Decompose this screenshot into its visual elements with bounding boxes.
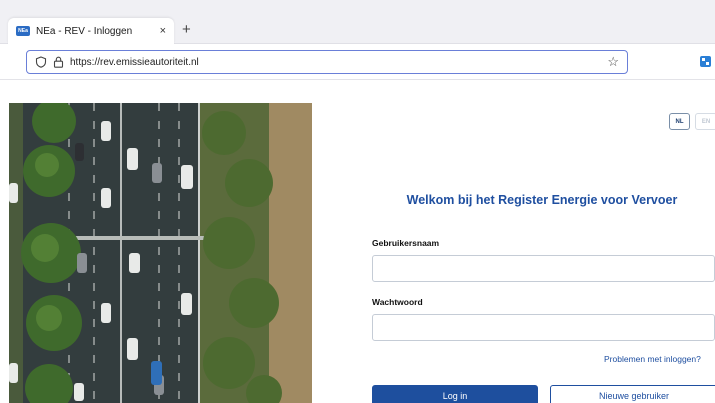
aerial-photo-icon <box>9 103 312 403</box>
new-user-button[interactable]: Nieuwe gebruiker <box>550 385 715 403</box>
password-label: Wachtwoord <box>372 297 423 307</box>
browser-tab[interactable]: NEa NEa - REV - Inloggen × <box>8 18 174 44</box>
login-button[interactable]: Log in <box>372 385 538 403</box>
tab-close-icon[interactable]: × <box>160 25 166 37</box>
url-text[interactable]: https://rev.emissieautoriteit.nl <box>70 57 607 68</box>
password-input[interactable] <box>372 314 715 341</box>
username-input[interactable] <box>372 255 715 282</box>
favicon-text: NEa <box>18 27 28 34</box>
page: NEa NEa - REV - Inloggen × + https://rev… <box>0 0 715 403</box>
username-label: Gebruikersnaam <box>372 238 440 248</box>
nea-favicon-icon: NEa <box>16 26 30 36</box>
bookmark-star-icon[interactable]: ☆ <box>607 54 619 70</box>
address-bar[interactable]: https://rev.emissieautoriteit.nl ☆ <box>26 50 628 74</box>
browser-nav-bar: https://rev.emissieautoriteit.nl ☆ <box>0 44 715 80</box>
aerial-highway-image <box>9 103 312 403</box>
login-problems-link[interactable]: Problemen met inloggen? <box>604 354 701 364</box>
new-tab-button[interactable]: + <box>182 21 191 38</box>
tab-title: NEa - REV - Inloggen <box>36 25 133 37</box>
language-en-button[interactable]: EN <box>695 113 715 130</box>
language-nl-button[interactable]: NL <box>669 113 690 130</box>
shield-icon[interactable] <box>35 56 47 68</box>
lock-icon[interactable] <box>53 56 64 68</box>
welcome-heading: Welkom bij het Register Energie voor Ver… <box>406 193 678 207</box>
browser-tab-strip: NEa NEa - REV - Inloggen × + <box>0 0 715 44</box>
extension-icon[interactable] <box>700 56 711 67</box>
